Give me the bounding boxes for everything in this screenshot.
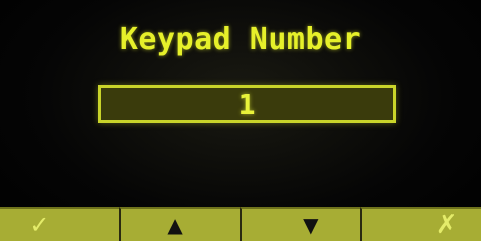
keypad-number-field[interactable]: 1 bbox=[98, 85, 396, 123]
cancel-icon: ✗ bbox=[435, 210, 458, 240]
keypad-number-value: 1 bbox=[238, 87, 256, 121]
confirm-button[interactable]: ✓ bbox=[0, 207, 119, 241]
up-arrow-icon: ▲ bbox=[167, 213, 183, 237]
decrement-button[interactable]: ▼ bbox=[239, 207, 361, 241]
increment-button[interactable]: ▲ bbox=[118, 207, 240, 241]
softkey-bar: ✓ ▲ ▼ ✗ bbox=[0, 207, 481, 241]
cancel-button[interactable]: ✗ bbox=[360, 207, 481, 241]
check-icon: ✓ bbox=[29, 211, 50, 239]
lcd-screen: Keypad Number 1 ✓ ▲ ▼ ✗ bbox=[0, 0, 481, 241]
page-title: Keypad Number bbox=[119, 22, 362, 57]
down-arrow-icon: ▼ bbox=[303, 213, 319, 237]
